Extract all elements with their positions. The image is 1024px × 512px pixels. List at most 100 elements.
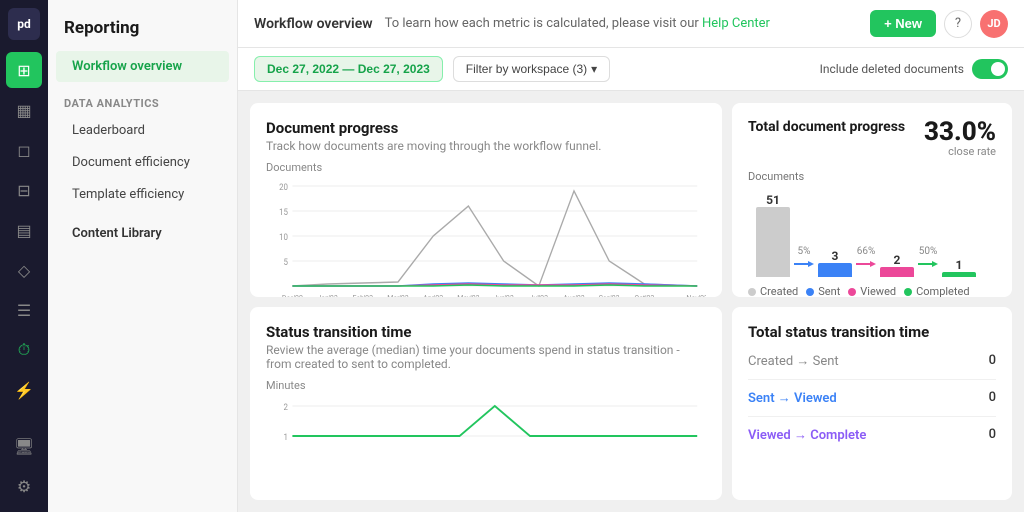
nav-icon-monitor[interactable]: 🖥 — [6, 428, 42, 464]
svg-text:15: 15 — [279, 208, 288, 219]
total-legend-created: Created — [748, 285, 798, 297]
funnel-group-created: 51 — [756, 193, 790, 277]
doc-progress-title: Document progress — [266, 119, 706, 137]
funnel-pct-2: 66% — [857, 246, 876, 257]
total-document-progress-card: Total document progress 33.0% close rate… — [732, 103, 1012, 297]
total-legend-sent: Sent — [806, 285, 840, 297]
svg-text:Feb'23: Feb'23 — [353, 294, 373, 297]
nav-icon-diamond[interactable]: ◇ — [6, 252, 42, 288]
close-rate-percentage: 33.0% — [924, 119, 996, 145]
sidebar-section-data-analytics: Data analytics — [48, 83, 237, 114]
status-row-viewed-complete: Viewed → Complete 0 — [748, 417, 996, 453]
nav-icon-clock[interactable]: ⏱ — [6, 332, 42, 368]
status-transition-subtitle: Review the average (median) time your do… — [266, 343, 706, 371]
nav-icon-list[interactable]: ☰ — [6, 292, 42, 328]
doc-progress-subtitle: Track how documents are moving through t… — [266, 139, 706, 153]
total-legend-completed: Completed — [904, 285, 969, 297]
funnel-count-created: 51 — [766, 193, 780, 207]
funnel-group-sent: 3 — [818, 249, 852, 277]
nav-icon-chart[interactable]: ▦ — [6, 92, 42, 128]
status-y-label: Minutes — [266, 379, 706, 392]
chevron-down-icon: ▾ — [591, 62, 597, 76]
help-center-link[interactable]: Help Center — [702, 16, 770, 31]
total-status-transition-card: Total status transition time Created → S… — [732, 307, 1012, 501]
nav-icon-layout[interactable]: ▤ — [6, 212, 42, 248]
funnel-group-completed: 1 — [942, 258, 976, 277]
date-range-button[interactable]: Dec 27, 2022 — Dec 27, 2023 — [254, 56, 443, 82]
svg-text:Nov'23: Nov'23 — [686, 294, 706, 297]
funnel-bar-created — [756, 207, 790, 277]
status-label-created-sent: Created → Sent — [748, 353, 839, 369]
funnel-bar-completed — [942, 272, 976, 277]
svg-text:5: 5 — [284, 258, 289, 269]
status-value-sent-viewed: 0 — [989, 390, 996, 405]
arrow-svg-3 — [918, 259, 938, 269]
avatar[interactable]: JD — [980, 10, 1008, 38]
svg-text:10: 10 — [279, 233, 288, 244]
nav-icon-grid[interactable]: ⊞ — [6, 52, 42, 88]
svg-text:Sep'23: Sep'23 — [599, 294, 620, 297]
svg-text:May'23: May'23 — [457, 294, 479, 297]
sidebar-item-document-efficiency[interactable]: Document efficiency — [56, 147, 229, 178]
svg-text:20: 20 — [279, 183, 288, 194]
svg-text:Aug'23: Aug'23 — [563, 294, 584, 297]
svg-text:Jan'23: Jan'23 — [317, 294, 337, 297]
nav-icon-bolt[interactable]: ⚡ — [6, 372, 42, 408]
sidebar-item-template-efficiency[interactable]: Template efficiency — [56, 179, 229, 210]
arrow-svg-1 — [794, 259, 814, 269]
doc-progress-y-label: Documents — [266, 161, 706, 174]
svg-text:Jul'23: Jul'23 — [530, 294, 549, 297]
help-button[interactable]: ? — [944, 10, 972, 38]
svg-text:Jun'23: Jun'23 — [493, 294, 513, 297]
sidebar: Reporting Workflow overview Data analyti… — [48, 0, 238, 512]
status-transition-svg: 2 1 — [266, 396, 706, 466]
document-progress-card: Document progress Track how documents ar… — [250, 103, 722, 297]
topbar: Workflow overview To learn how each metr… — [238, 0, 1024, 48]
filter-bar: Dec 27, 2022 — Dec 27, 2023 Filter by wo… — [238, 48, 1024, 91]
funnel-chart: 51 5% 3 66% — [748, 187, 996, 277]
total-progress-header: Total document progress 33.0% close rate — [748, 119, 996, 158]
funnel-pct-3: 50% — [919, 246, 938, 257]
main-content: Workflow overview To learn how each metr… — [238, 0, 1024, 512]
sidebar-item-leaderboard[interactable]: Leaderboard — [56, 115, 229, 146]
svg-text:Oct'23: Oct'23 — [634, 294, 654, 297]
doc-progress-svg: 20 15 10 5 Dec'22 Jan'23 Feb'23 — [266, 176, 706, 297]
svg-text:Apr'23: Apr'23 — [423, 294, 443, 297]
doc-progress-chart: 20 15 10 5 Dec'22 Jan'23 Feb'23 — [266, 176, 706, 297]
total-status-title: Total status transition time — [748, 323, 996, 341]
arrow-svg-2 — [856, 259, 876, 269]
svg-text:Mar'23: Mar'23 — [387, 294, 409, 297]
sidebar-title: Reporting — [48, 0, 237, 50]
funnel-arrow-2: 66% — [856, 246, 876, 277]
status-label-sent-viewed: Sent → Viewed — [748, 390, 837, 406]
sidebar-item-workflow-overview[interactable]: Workflow overview — [56, 51, 229, 82]
icon-bar: pd ⊞ ▦ ◻ ⊟ ▤ ◇ ☰ ⏱ ⚡ 🖥 ⚙ — [0, 0, 48, 512]
total-progress-title: Total document progress — [748, 119, 905, 135]
funnel-count-viewed: 2 — [894, 253, 901, 267]
svg-text:Dec'22: Dec'22 — [282, 294, 303, 297]
topbar-actions: + New ? JD — [870, 10, 1008, 38]
close-rate: 33.0% close rate — [924, 119, 996, 158]
new-button[interactable]: + New — [870, 10, 936, 37]
sidebar-item-content-library[interactable]: Content Library — [56, 218, 229, 249]
nav-icon-table[interactable]: ⊟ — [6, 172, 42, 208]
status-row-created-sent: Created → Sent 0 — [748, 343, 996, 380]
documents-label: Documents — [748, 170, 996, 183]
include-deleted-control: Include deleted documents — [820, 59, 1008, 79]
nav-icon-gear[interactable]: ⚙ — [6, 468, 42, 504]
funnel-arrow-1: 5% — [794, 246, 814, 277]
svg-text:1: 1 — [284, 432, 288, 443]
nav-icon-document[interactable]: ◻ — [6, 132, 42, 168]
status-value-viewed-complete: 0 — [989, 427, 996, 442]
funnel-count-completed: 1 — [956, 258, 963, 272]
filter-workspace-button[interactable]: Filter by workspace (3) ▾ — [453, 56, 610, 82]
page-title: Workflow overview — [254, 16, 373, 32]
funnel-bar-viewed — [880, 267, 914, 277]
content-area: Document progress Track how documents ar… — [238, 91, 1024, 512]
topbar-subtitle: To learn how each metric is calculated, … — [385, 16, 859, 31]
app-logo[interactable]: pd — [8, 8, 40, 40]
total-progress-legend: Created Sent Viewed Completed — [748, 285, 996, 297]
funnel-bar-sent — [818, 263, 852, 277]
funnel-pct-1: 5% — [798, 246, 811, 257]
include-deleted-toggle[interactable] — [972, 59, 1008, 79]
